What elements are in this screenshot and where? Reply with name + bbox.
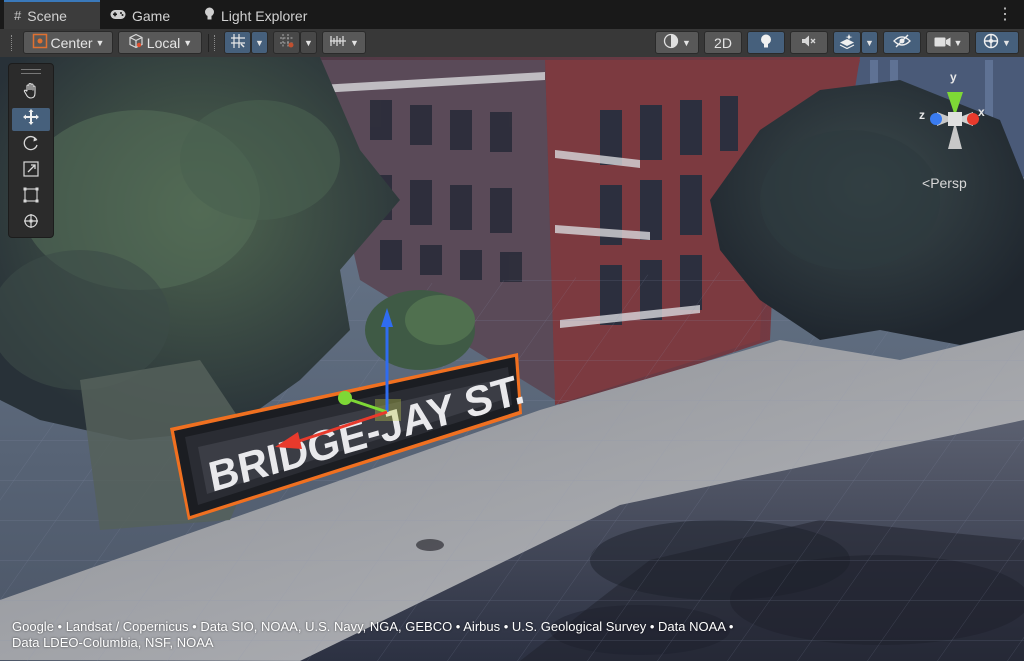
- shading-mode-icon: [663, 33, 679, 52]
- tab-light-explorer-label: Light Explorer: [221, 7, 308, 24]
- map-attribution: Google • Landsat / Copernicus • Data SIO…: [12, 619, 1012, 651]
- toolbar-grip[interactable]: [11, 35, 14, 51]
- tab-light-explorer[interactable]: Light Explorer: [194, 2, 330, 29]
- transform-tool[interactable]: [12, 212, 50, 235]
- gizmos-dropdown[interactable]: ▼: [975, 31, 1019, 54]
- grid-snapping-toggle[interactable]: [224, 31, 251, 54]
- pivot-center-icon: [32, 33, 48, 52]
- rotate-icon: [22, 134, 40, 157]
- layers-effects-icon: [839, 33, 855, 52]
- tools-overlay: [8, 63, 54, 238]
- attribution-line-2: Data LDEO-Columbia, NSF, NOAA: [12, 635, 214, 650]
- scene-viewport[interactable]: BRIDGE-JAY ST.: [0, 57, 1024, 661]
- increment-snap-dropdown[interactable]: ▼: [300, 31, 317, 54]
- pivot-rotation-label: Local: [146, 34, 181, 51]
- scene-lighting-toggle[interactable]: [747, 31, 785, 54]
- move-tool[interactable]: [12, 108, 50, 131]
- chevron-down-icon: ▼: [183, 37, 193, 48]
- attribution-line-1: Google • Landsat / Copernicus • Data SIO…: [12, 619, 734, 634]
- pivot-mode-dropdown[interactable]: Center ▼: [23, 31, 113, 54]
- draw-mode-dropdown[interactable]: ▼: [655, 31, 699, 54]
- chevron-down-icon: ▼: [350, 37, 359, 48]
- grid-snapping-dropdown[interactable]: ▼: [251, 31, 268, 54]
- scene-toolbar: Center ▼ Local ▼ ▼ ▼ ▼ ▼ 2D ▼ ▼ ▼: [0, 29, 1024, 58]
- ruler-icon: [329, 34, 347, 51]
- chevron-down-icon: ▼: [682, 37, 691, 48]
- scene-audio-toggle[interactable]: [790, 31, 828, 54]
- toggle-2d-label: 2D: [714, 34, 732, 51]
- overlay-drag-handle[interactable]: [21, 69, 41, 74]
- scene-camera-dropdown[interactable]: ▼: [926, 31, 970, 54]
- eye-hidden-icon: [893, 34, 911, 51]
- hand-tool[interactable]: [12, 82, 50, 105]
- toolbar-grip[interactable]: [214, 35, 217, 51]
- transform-icon: [22, 212, 40, 235]
- rect-transform-icon: [22, 186, 40, 209]
- toggle-2d-button[interactable]: 2D: [704, 31, 742, 54]
- tab-bar: # Scene Game Light Explorer ⋮: [0, 0, 1024, 30]
- grid-icon: #: [14, 8, 22, 23]
- scene-editor-window: # Scene Game Light Explorer ⋮ Center ▼ L…: [0, 0, 1024, 661]
- chevron-down-icon: ▼: [95, 37, 105, 48]
- tab-game[interactable]: Game: [100, 2, 186, 29]
- scene-visibility-toggle[interactable]: [883, 31, 921, 54]
- persp-chevron-icon: <: [922, 175, 931, 191]
- projection-toggle[interactable]: <Persp: [922, 175, 967, 191]
- orientation-gizmo[interactable]: y x z: [915, 64, 995, 164]
- gizmo-z-label: z: [919, 108, 925, 122]
- chevron-down-icon: ▼: [1002, 37, 1011, 48]
- pivot-rotation-dropdown[interactable]: Local ▼: [118, 31, 202, 54]
- hand-icon: [22, 82, 40, 105]
- lightbulb-icon: [204, 7, 215, 24]
- audio-mute-icon: [801, 34, 817, 51]
- toolbar-divider: [208, 34, 209, 52]
- projection-label: Persp: [930, 175, 967, 191]
- gamepad-icon: [110, 8, 126, 23]
- tab-game-label: Game: [132, 7, 171, 24]
- pivot-mode-label: Center: [50, 34, 93, 51]
- scene-render: BRIDGE-JAY ST.: [0, 57, 1024, 661]
- chevron-down-icon: ▼: [953, 37, 963, 48]
- gizmo-x-label: x: [978, 105, 985, 119]
- chevron-down-icon: ▼: [304, 37, 313, 48]
- scene-effects-dropdown[interactable]: ▼: [861, 31, 878, 54]
- gizmo-globe-icon: [983, 33, 999, 52]
- tab-scene-label: Scene: [27, 7, 67, 24]
- scene-effects-toggle[interactable]: [833, 31, 861, 54]
- snap-icon: [279, 33, 295, 52]
- rect-tool[interactable]: [12, 186, 50, 209]
- camera-icon: [934, 35, 951, 51]
- more-options-icon[interactable]: ⋮: [997, 4, 1013, 24]
- snap-settings-dropdown[interactable]: ▼: [322, 31, 366, 54]
- z-axis-handle[interactable]: [338, 391, 352, 405]
- grid-snap-icon: [230, 33, 246, 52]
- chevron-down-icon: ▼: [255, 37, 264, 48]
- scale-icon: [22, 160, 40, 183]
- cube-icon: [128, 33, 144, 52]
- increment-snap-toggle[interactable]: [273, 31, 300, 54]
- scale-tool[interactable]: [12, 160, 50, 183]
- rotate-tool[interactable]: [12, 134, 50, 157]
- tab-scene[interactable]: # Scene: [4, 0, 100, 29]
- move-arrows-icon: [22, 108, 40, 131]
- chevron-down-icon: ▼: [865, 37, 874, 48]
- gizmo-y-label: y: [950, 70, 957, 84]
- lightbulb-icon: [760, 34, 772, 52]
